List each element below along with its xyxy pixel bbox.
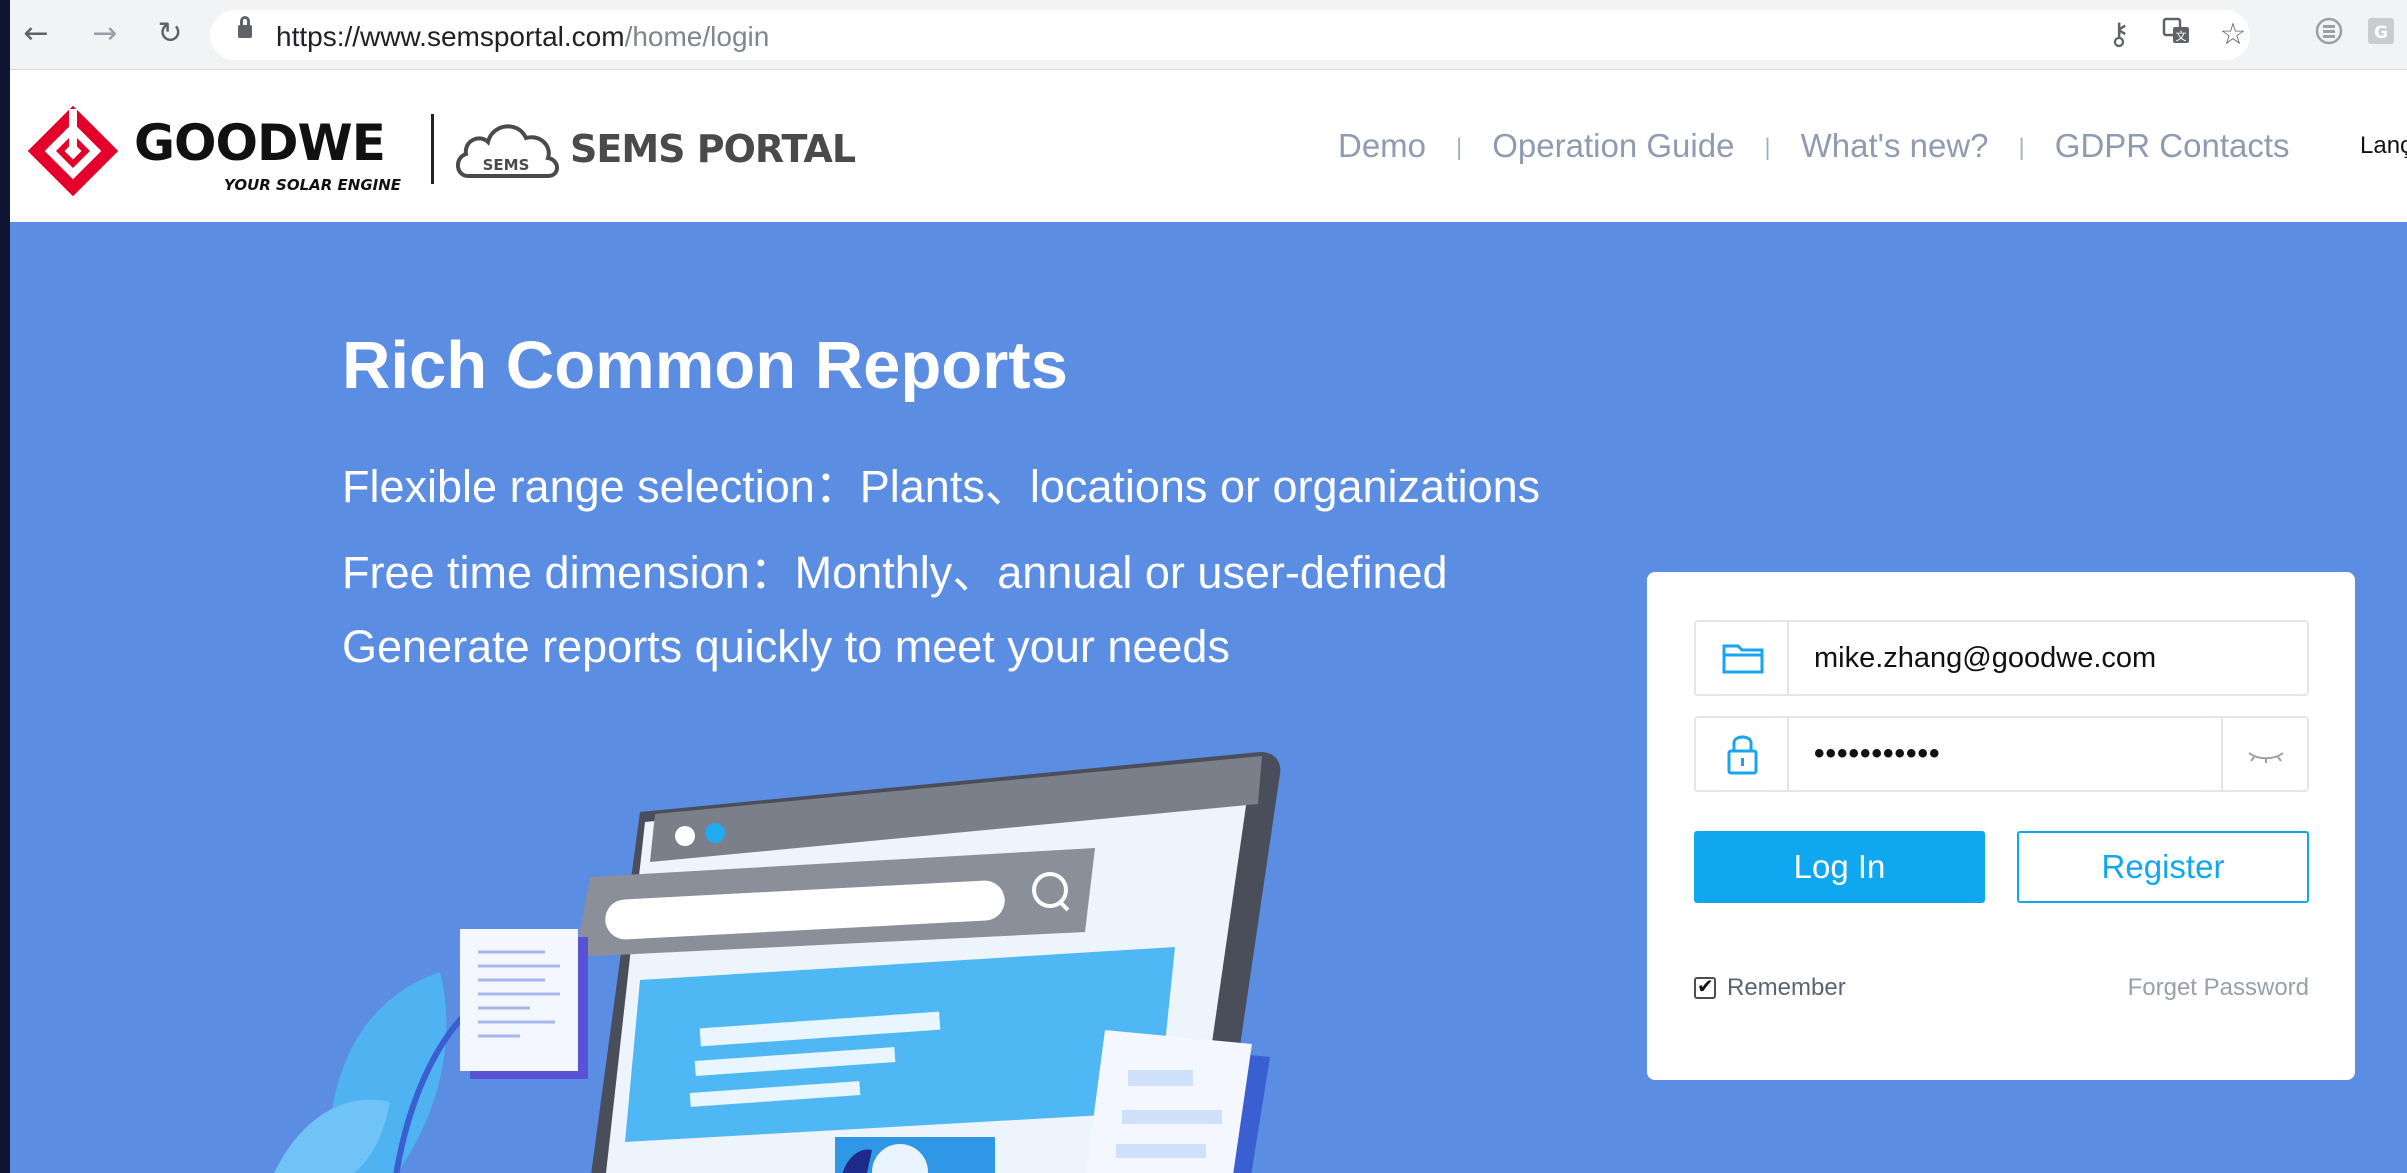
url-text: https://www.semsportal.com/home/login: [276, 21, 769, 53]
toggle-password-visibility[interactable]: [2221, 718, 2307, 790]
extension-icon[interactable]: [2310, 16, 2348, 54]
remember-label[interactable]: Remember: [1727, 974, 1846, 1002]
hero-feature-line: Generate reports quickly to meet your ne…: [342, 621, 1230, 672]
nav-link-operation-guide[interactable]: Operation Guide: [1492, 127, 1734, 164]
password-field[interactable]: •••••••••••: [1694, 716, 2309, 792]
register-button[interactable]: Register: [2017, 831, 2309, 903]
star-icon[interactable]: ☆: [2214, 16, 2252, 54]
portal-name: SEMS PORTAL: [570, 127, 856, 171]
nav-separator: |: [1764, 134, 1771, 162]
hero-section: Rich Common Reports Flexible range selec…: [10, 222, 2407, 1173]
svg-text:G: G: [2374, 23, 2388, 43]
folder-icon: [1722, 644, 1764, 674]
site-header: GOODWE YOUR SOLAR ENGINE SEMS SEMS PORTA…: [10, 70, 2407, 222]
brand-tagline: YOUR SOLAR ENGINE: [224, 176, 402, 194]
address-bar[interactable]: https://www.semsportal.com/home/login ⚷ …: [210, 10, 2250, 60]
key-icon[interactable]: ⚷: [2100, 16, 2138, 54]
login-card: ••••••••••• Log In Register Remember For…: [1647, 572, 2355, 1080]
sems-cloud-icon: SEMS: [456, 124, 559, 178]
goodwe-logo-icon[interactable]: [25, 103, 121, 199]
url-host: https://www.semsportal.com: [276, 21, 625, 52]
back-arrow-icon[interactable]: ←: [16, 14, 56, 54]
brand-wordmark: GOODWE: [134, 114, 386, 172]
hero-title: Rich Common Reports: [342, 328, 1068, 403]
login-button[interactable]: Log In: [1694, 831, 1985, 903]
username-icon-cell: [1696, 622, 1789, 694]
extension-g-icon[interactable]: G: [2362, 16, 2400, 54]
nav-link-demo[interactable]: Demo: [1338, 127, 1426, 164]
nav-link-whats-new[interactable]: What's new?: [1801, 127, 1989, 164]
password-input[interactable]: •••••••••••: [1814, 718, 2254, 790]
nav-link-gdpr-contacts[interactable]: GDPR Contacts: [2055, 127, 2290, 164]
username-field[interactable]: [1694, 620, 2309, 696]
eye-closed-icon[interactable]: [2223, 718, 2309, 790]
remember-checkbox[interactable]: [1694, 974, 1716, 999]
forward-arrow-icon[interactable]: →: [85, 14, 125, 54]
svg-text:文: 文: [2176, 29, 2187, 43]
lock-icon: [238, 16, 252, 38]
reports-illustration: [274, 752, 1281, 1173]
top-nav: Demo | Operation Guide | What's new? | GDPR Co…: [1338, 127, 2290, 165]
hero-feature-line: Free time dimension：Monthly、annual or us…: [342, 547, 1448, 598]
sems-cloud-label: SEMS: [483, 156, 530, 174]
hero-feature-line: Flexible range selection：Plants、location…: [342, 461, 1541, 512]
translate-icon[interactable]: 文: [2158, 16, 2196, 54]
lock-icon: [1727, 735, 1758, 775]
nav-separator: |: [1456, 134, 1463, 162]
brand-divider: [431, 114, 434, 184]
username-input[interactable]: [1814, 622, 2254, 694]
nav-separator: |: [2018, 134, 2025, 162]
password-icon-cell: [1696, 718, 1789, 790]
browser-toolbar: ← → ↻ https://www.semsportal.com/home/lo…: [10, 0, 2407, 70]
forget-password-link[interactable]: Forget Password: [2128, 974, 2309, 1002]
language-selector[interactable]: Lanç: [2360, 132, 2407, 160]
reload-icon[interactable]: ↻: [150, 14, 190, 54]
url-path: /home/login: [624, 21, 770, 52]
